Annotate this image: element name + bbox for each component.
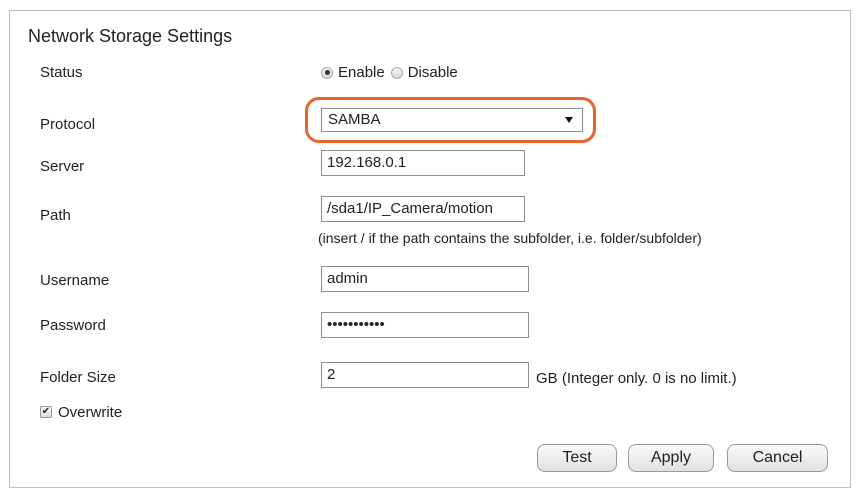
path-label: Path — [40, 207, 71, 224]
enable-radio-label[interactable]: Enable — [338, 64, 385, 81]
protocol-label: Protocol — [40, 116, 96, 133]
cancel-button[interactable]: Cancel — [727, 444, 828, 472]
server-input[interactable]: 192.168.0.1 — [321, 150, 525, 176]
overwrite-label[interactable]: Overwrite — [58, 404, 122, 421]
protocol-select[interactable]: SAMBA — [321, 108, 583, 132]
protocol-select-value: SAMBA — [328, 111, 381, 128]
page-title: Network Storage Settings — [28, 26, 233, 46]
test-button[interactable]: Test — [537, 444, 617, 472]
server-label: Server — [40, 158, 85, 175]
folder-size-note: GB (Integer only. 0 is no limit.) — [536, 370, 737, 387]
path-note: (insert / if the path contains the subfo… — [318, 230, 702, 246]
username-label: Username — [40, 272, 110, 289]
settings-panel — [9, 10, 851, 488]
apply-button[interactable]: Apply — [628, 444, 714, 472]
enable-radio[interactable] — [321, 66, 333, 79]
status-radio-group: Enable Disable — [321, 64, 464, 81]
username-input[interactable]: admin — [321, 266, 529, 292]
password-label: Password — [40, 317, 106, 334]
folder-size-input[interactable]: 2 — [321, 362, 529, 388]
chevron-down-icon — [565, 117, 573, 123]
password-input[interactable]: ••••••••••• — [321, 312, 529, 338]
overwrite-checkbox[interactable]: ✔ — [40, 406, 52, 418]
path-input[interactable]: /sda1/IP_Camera/motion — [321, 196, 525, 222]
folder-size-label: Folder Size — [40, 369, 116, 386]
disable-radio[interactable] — [390, 66, 403, 79]
status-label: Status — [40, 64, 83, 81]
disable-radio-label[interactable]: Disable — [408, 64, 458, 81]
